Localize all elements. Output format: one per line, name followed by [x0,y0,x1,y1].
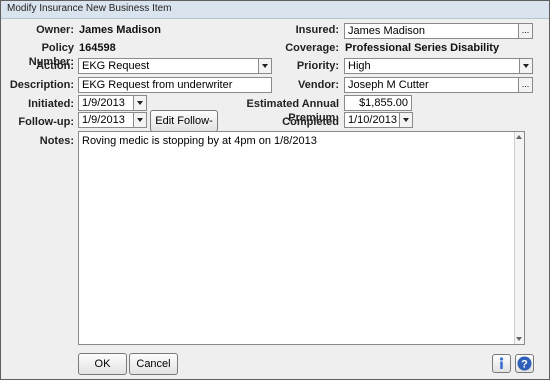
owner-value: James Madison [79,24,161,36]
vendor-value: Joseph M Cutter [348,79,429,91]
chevron-down-icon[interactable] [399,113,412,127]
vendor-label: Vendor: [298,79,339,91]
cancel-button[interactable]: Cancel [129,353,178,375]
vendor-lookup-button[interactable]: ... [518,78,532,92]
description-input[interactable]: EKG Request from underwriter [78,77,272,93]
completed-value: 1/10/2013 [348,114,397,126]
initiated-date-picker[interactable]: 1/9/2013 [78,95,147,111]
scroll-up-icon[interactable] [516,135,522,139]
scroll-down-icon[interactable] [516,337,522,341]
window-title: Modify Insurance New Business Item [7,3,172,14]
notes-scrollbar[interactable] [514,132,524,344]
priority-select[interactable]: High [344,58,533,74]
completed-label: Completed [282,116,339,128]
description-label: Description: [9,79,74,91]
action-label: Action: [36,60,74,72]
owner-label: Owner: [36,24,74,36]
initiated-label: Initiated: [28,98,74,110]
coverage-value: Professional Series Disability [345,42,500,54]
dialog-window: Modify Insurance New Business Item Owner… [0,0,550,380]
description-value: EKG Request from underwriter [82,79,233,91]
insured-label: Insured: [295,24,339,36]
edit-follow-up-button[interactable]: Edit Follow-up [150,110,218,147]
priority-value: High [348,60,371,72]
coverage-label: Coverage: [285,42,339,54]
insured-value: James Madison [348,25,426,37]
follow-up-value: 1/9/2013 [82,114,125,126]
estimated-annual-premium-input[interactable]: $1,855.00 [344,95,412,111]
completed-date-picker[interactable]: 1/10/2013 [344,112,413,128]
ok-button[interactable]: OK [78,353,127,375]
initiated-value: 1/9/2013 [82,97,125,109]
action-value: EKG Request [82,60,150,72]
notes-label: Notes: [39,135,74,147]
title-bar: Modify Insurance New Business Item [1,1,549,19]
insured-lookup-button[interactable]: ... [518,24,532,38]
chevron-down-icon[interactable] [133,113,146,127]
info-icon [499,357,504,369]
help-icon: ? [517,356,532,371]
notes-value: Roving medic is stopping by at 4pm on 1/… [82,135,317,147]
priority-label: Priority: [296,60,339,72]
help-button[interactable]: ? [515,354,534,373]
svg-text:?: ? [521,359,528,371]
chevron-down-icon[interactable] [519,59,532,73]
policy-number-value: 164598 [79,42,116,54]
follow-up-date-picker[interactable]: 1/9/2013 [78,112,147,128]
insured-field[interactable]: James Madison ... [344,23,533,39]
action-select[interactable]: EKG Request [78,58,272,74]
vendor-field[interactable]: Joseph M Cutter ... [344,77,533,93]
follow-up-label: Follow-up: [18,116,74,128]
info-button[interactable] [492,354,511,373]
estimated-annual-premium-value: $1,855.00 [359,97,408,109]
notes-textarea[interactable]: Roving medic is stopping by at 4pm on 1/… [78,131,525,345]
chevron-down-icon[interactable] [133,96,146,110]
